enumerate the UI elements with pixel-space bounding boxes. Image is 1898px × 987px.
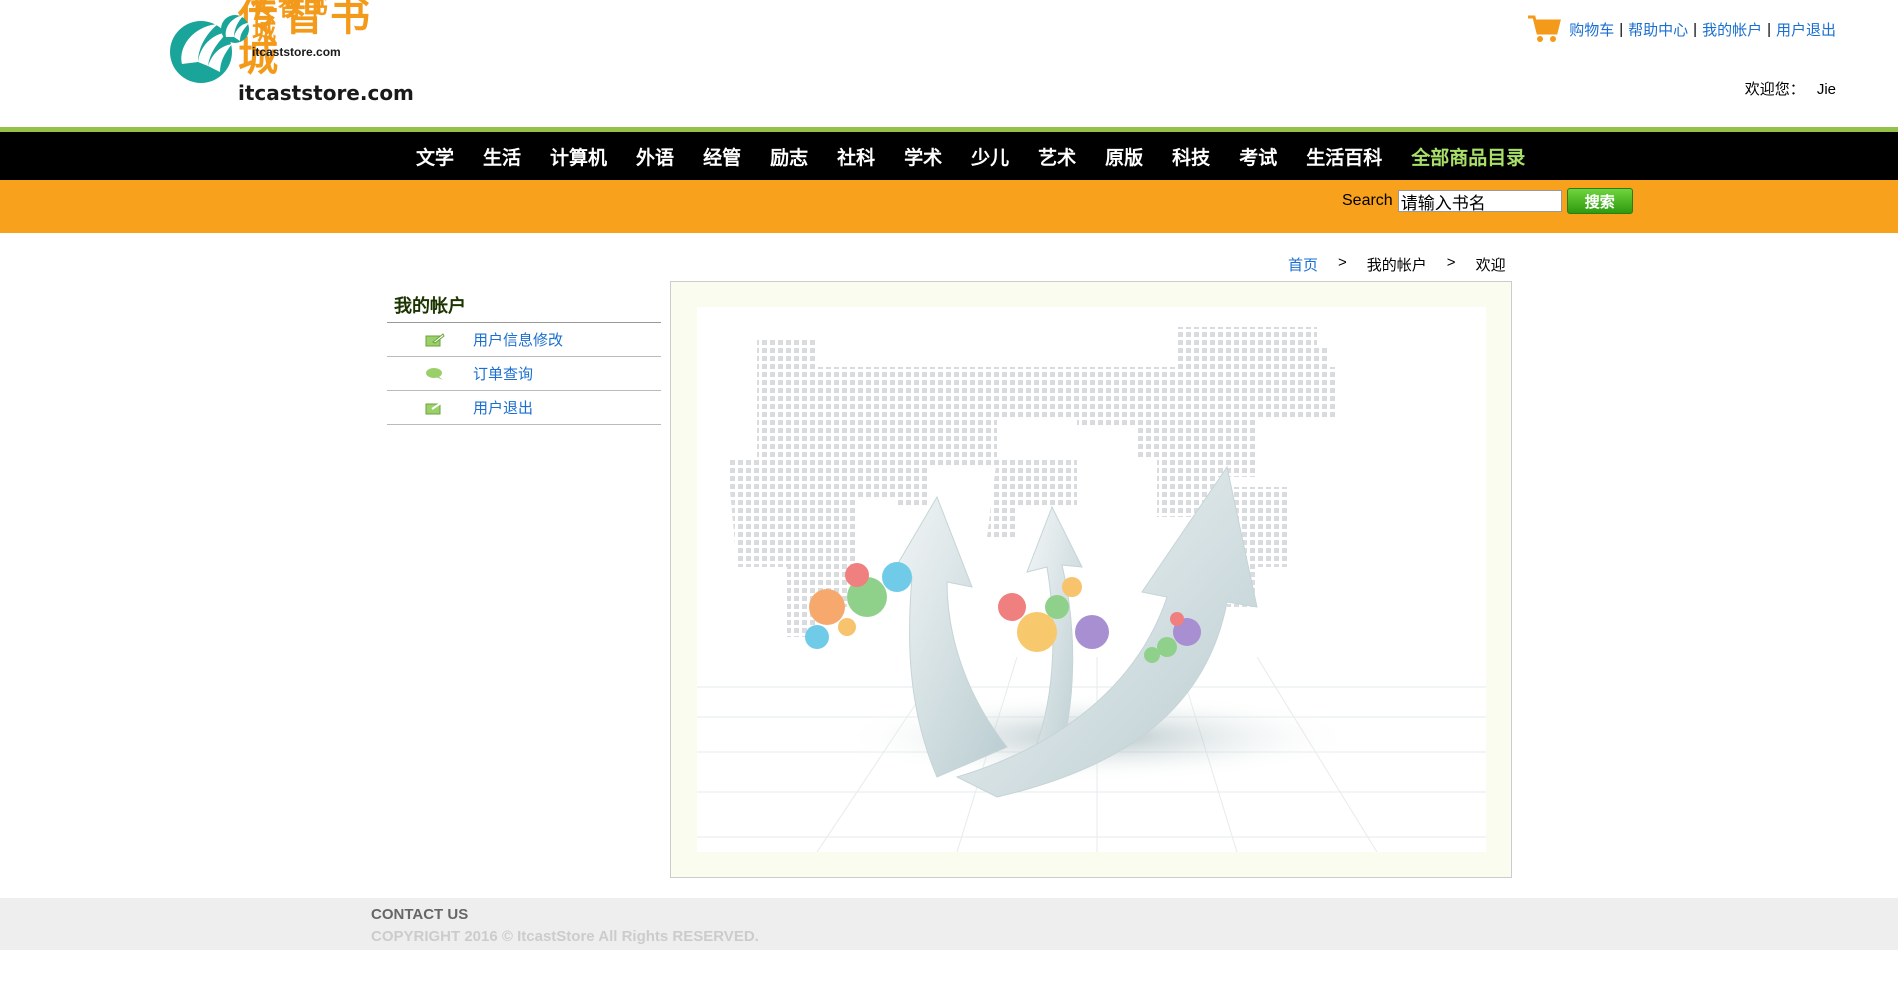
breadcrumb: 首页 > 我的帐户 > 欢迎 [1288,254,1506,275]
breadcrumb-home[interactable]: 首页 [1288,254,1318,275]
chat-bubble-icon [426,367,443,380]
nav-item-literature[interactable]: 文学 [416,143,454,170]
my-account-link[interactable]: 我的帐户 [1702,19,1762,40]
nav-item-all-products[interactable]: 全部商品目录 [1411,143,1525,170]
footer [0,898,1898,950]
sidebar-item-label[interactable]: 订单查询 [473,363,533,384]
copyright-text: COPYRIGHT 2016 © ItcastStore All Rights … [371,928,759,945]
welcome-panel [670,281,1512,878]
help-center-link[interactable]: 帮助中心 [1628,19,1688,40]
nav-item-original[interactable]: 原版 [1105,143,1143,170]
account-sidebar: 我的帐户 用户信息修改 订单查询 用户退出 [387,290,661,425]
sidebar-item-order-query[interactable]: 订单查询 [387,357,661,391]
edit-icon [425,332,445,346]
cart-link[interactable]: 购物车 [1569,19,1614,40]
nav-item-art[interactable]: 艺术 [1038,143,1076,170]
welcome-banner-image [697,307,1486,853]
world-map-arrows-illustration [697,327,1486,853]
footer-logo[interactable]: 传智书城 itcaststore.com [220,0,346,58]
breadcrumb-arrow: > [1446,254,1456,271]
category-nav: 文学 生活 计算机 外语 经管 励志 社科 学术 少儿 艺术 原版 科技 考试 … [0,132,1898,180]
breadcrumb-account: 我的帐户 [1366,257,1427,274]
search-bar: Search 搜索 [0,180,1898,233]
nav-item-foreign-language[interactable]: 外语 [636,143,674,170]
shopping-cart-icon[interactable] [1527,14,1562,44]
footer-logo-english-text: itcaststore.com [252,44,341,59]
nav-item-business[interactable]: 经管 [703,143,741,170]
nav-item-children[interactable]: 少儿 [971,143,1009,170]
sidebar-item-label[interactable]: 用户信息修改 [473,329,563,350]
nav-item-social-science[interactable]: 社科 [837,143,875,170]
footer-logo-chinese-text: 传智书城 [252,0,330,45]
logo-english-text: itcaststore.com [238,81,414,105]
top-links: 购物车 | 帮助中心 | 我的帐户 | 用户退出 [1527,14,1836,44]
contact-us-link[interactable]: CONTACT US [371,906,468,923]
nav-item-inspiration[interactable]: 励志 [770,143,808,170]
logout-link[interactable]: 用户退出 [1776,19,1836,40]
link-separator: | [1619,20,1624,38]
breadcrumb-arrow: > [1338,254,1347,271]
search-label: Search [1342,192,1393,209]
nav-item-life[interactable]: 生活 [483,143,521,170]
exit-icon [425,400,444,414]
sidebar-item-logout[interactable]: 用户退出 [387,391,661,425]
username: Jie [1816,81,1836,98]
search-button[interactable]: 搜索 [1566,188,1633,214]
sidebar-title: 我的帐户 [387,290,661,323]
search-input[interactable] [1397,190,1562,212]
nav-item-exam[interactable]: 考试 [1239,143,1277,170]
nav-item-academic[interactable]: 学术 [904,143,942,170]
breadcrumb-current: 欢迎 [1475,257,1506,274]
welcome-message: 欢迎您： Jie [1745,78,1836,99]
nav-item-technology[interactable]: 科技 [1172,143,1210,170]
link-separator: | [1693,20,1698,38]
link-separator: | [1767,20,1771,38]
logo-emblem-icon [221,15,249,43]
nav-item-encyclopedia[interactable]: 生活百科 [1306,143,1382,170]
sidebar-item-edit-profile[interactable]: 用户信息修改 [387,323,661,357]
sidebar-item-label[interactable]: 用户退出 [473,397,533,418]
nav-item-computer[interactable]: 计算机 [550,143,607,170]
welcome-label: 欢迎您： [1744,81,1805,98]
